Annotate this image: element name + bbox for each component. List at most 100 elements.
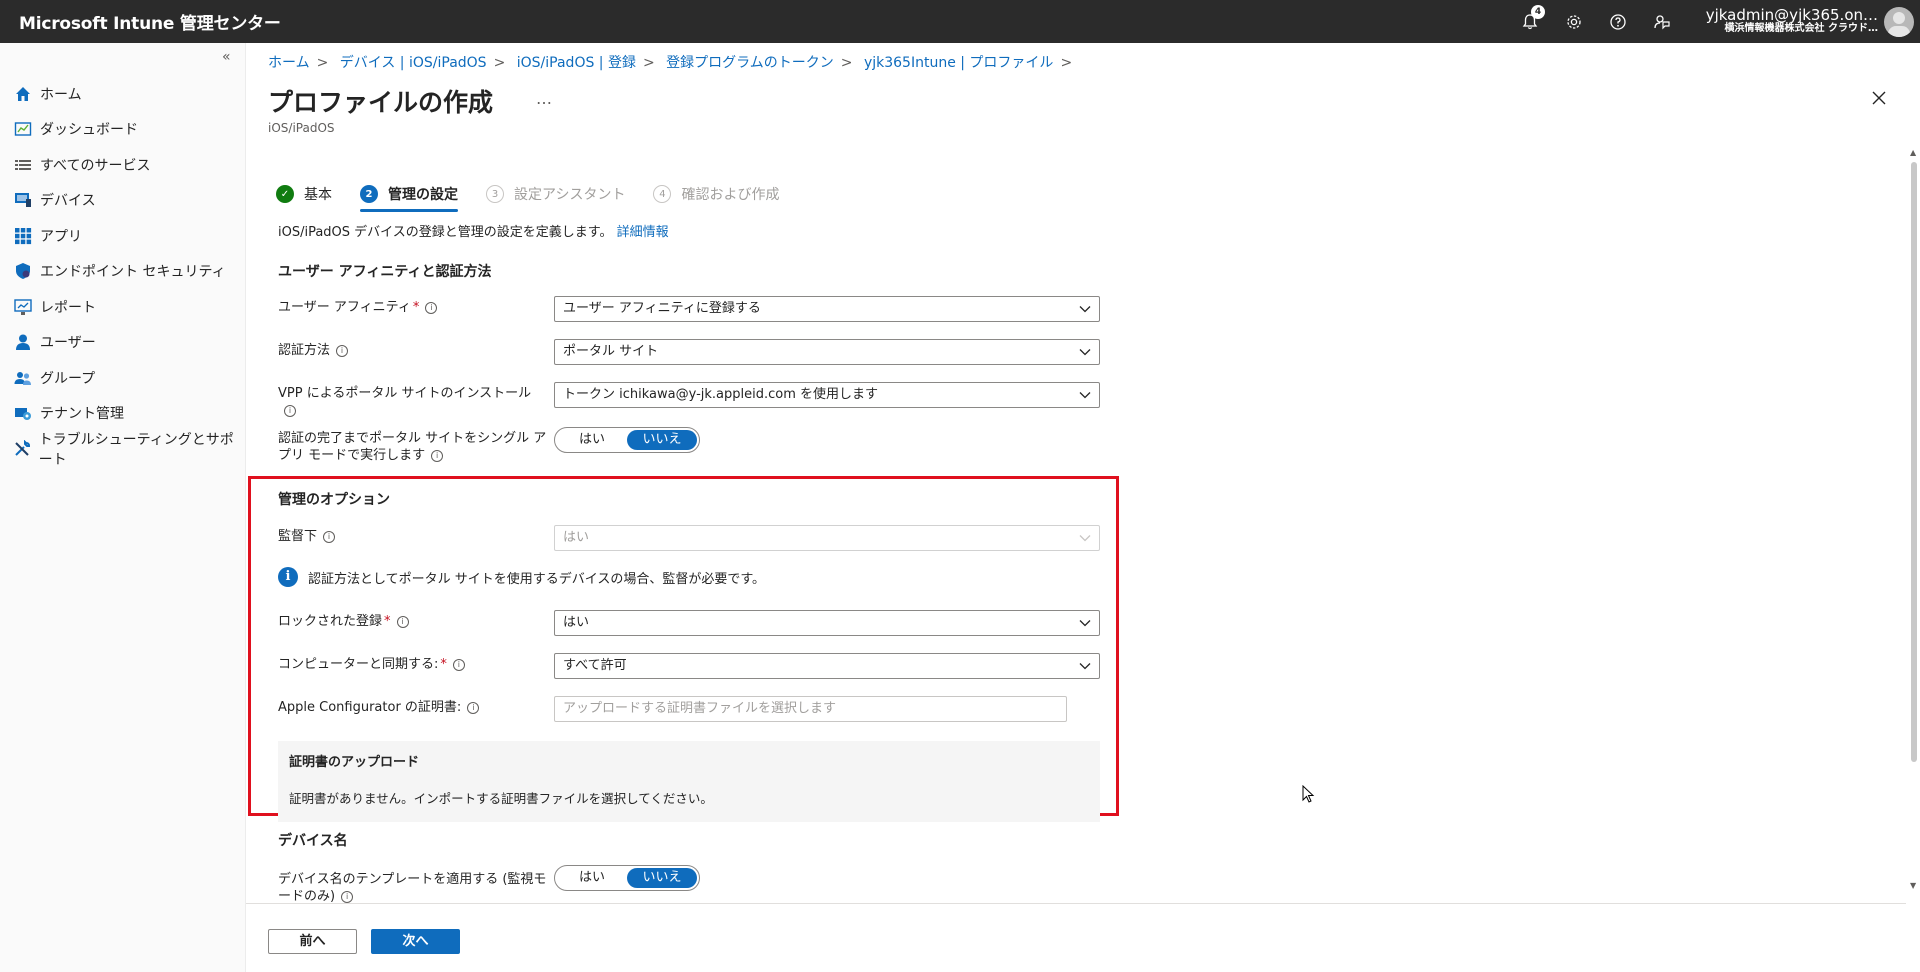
info-icon[interactable]: i: [425, 301, 438, 314]
toggle-yes[interactable]: はい: [557, 868, 627, 888]
dropdown-value: すべて許可: [563, 658, 627, 673]
auth-method-dropdown[interactable]: ポータル サイト: [554, 339, 1100, 365]
step-number: 4: [653, 185, 672, 203]
info-icon[interactable]: i: [341, 890, 354, 903]
locked-enrollment-dropdown[interactable]: はい: [554, 610, 1100, 636]
required-marker: *: [440, 657, 447, 672]
info-icon[interactable]: i: [452, 658, 465, 671]
user-affinity-label: ユーザー アフィニティ * i: [278, 299, 548, 316]
sidebar-item-label: レポート: [40, 299, 96, 316]
sidebar-item-groups[interactable]: グループ: [0, 360, 246, 396]
next-button[interactable]: 次へ: [371, 929, 460, 954]
step-number: 2: [360, 185, 378, 203]
toggle-no[interactable]: いいえ: [627, 430, 697, 450]
breadcrumb-item-enrollment-tokens[interactable]: 登録プログラムのトークン: [666, 55, 834, 71]
sidebar-item-apps[interactable]: アプリ: [0, 218, 246, 254]
feedback-button[interactable]: [1640, 0, 1684, 43]
cert-upload-title: 証明書のアップロード: [289, 755, 420, 770]
description-text: iOS/iPadOS デバイスの登録と管理の設定を定義します。: [278, 225, 613, 240]
step-label: 確認および作成: [681, 187, 780, 203]
chevron-down-icon: [1079, 535, 1091, 542]
breadcrumb: ホーム > デバイス | iOS/iPadOS > iOS/iPadOS | 登録 >…: [268, 52, 1079, 72]
locked-enrollment-label: ロックされた登録 * i: [278, 613, 548, 630]
previous-button[interactable]: 前へ: [268, 929, 357, 954]
vertical-scrollbar[interactable]: ▲ ▼: [1910, 148, 1918, 891]
sidebar-item-home[interactable]: ホーム: [0, 76, 246, 112]
breadcrumb-item-ios-enrollment[interactable]: iOS/iPadOS | 登録: [517, 55, 636, 71]
supervised-dropdown: はい: [554, 525, 1100, 551]
breadcrumb-item-profiles[interactable]: yjk365Intune | プロファイル: [864, 55, 1053, 71]
dropdown-value: はい: [563, 530, 590, 545]
breadcrumb-item-home[interactable]: ホーム: [268, 55, 310, 71]
sidebar-item-troubleshooting[interactable]: トラブルシューティングとサポート: [0, 431, 246, 468]
sidebar-item-endpoint-security[interactable]: エンドポイント セキュリティ: [0, 254, 246, 290]
step-management-settings[interactable]: 2 管理の設定: [360, 178, 458, 212]
field-label: Apple Configurator の証明書:: [278, 700, 462, 715]
info-icon[interactable]: i: [336, 344, 349, 357]
step-basics[interactable]: ✓ 基本: [276, 178, 332, 210]
collapse-sidebar-button[interactable]: «: [222, 49, 231, 65]
scroll-down-arrow-icon[interactable]: ▼: [1910, 881, 1916, 890]
toggle-no[interactable]: いいえ: [627, 868, 697, 888]
info-icon[interactable]: i: [431, 449, 444, 462]
chevron-down-icon: [1079, 392, 1091, 399]
dropdown-value: ユーザー アフィニティに登録する: [563, 301, 761, 316]
checkmark-icon: ✓: [276, 185, 294, 203]
sidebar-item-label: ダッシュボード: [40, 122, 138, 139]
field-label: ロックされた登録: [278, 614, 383, 629]
notifications-button[interactable]: 4: [1508, 0, 1552, 43]
vpp-dropdown[interactable]: トークン ichikawa@y-jk.appleid.com を使用します: [554, 382, 1100, 408]
user-organization: 横浜情報機器株式会社 クラウド…: [1724, 22, 1878, 34]
sidebar-item-dashboard[interactable]: ダッシュボード: [0, 112, 246, 148]
supervised-label: 監督下 i: [278, 528, 548, 545]
field-label: ユーザー アフィニティ: [278, 300, 411, 315]
sync-computer-dropdown[interactable]: すべて許可: [554, 653, 1100, 679]
chevron-down-icon: [1079, 306, 1091, 313]
settings-button[interactable]: [1552, 0, 1596, 43]
configurator-cert-input[interactable]: アップロードする証明書ファイルを選択します: [554, 696, 1067, 722]
section-heading-affinity: ユーザー アフィニティと認証方法: [278, 264, 492, 280]
step-label: 基本: [304, 187, 332, 203]
app-title[interactable]: Microsoft Intune 管理センター: [0, 9, 281, 34]
close-button[interactable]: [1872, 91, 1886, 109]
feedback-icon: [1654, 14, 1670, 29]
close-icon: [1872, 91, 1886, 105]
sidebar-item-devices[interactable]: デバイス: [0, 183, 246, 219]
help-button[interactable]: [1596, 0, 1640, 43]
tenant-admin-icon: [13, 403, 33, 423]
sidebar-item-label: グループ: [40, 370, 96, 387]
avatar[interactable]: [1884, 6, 1914, 37]
sidebar-item-label: デバイス: [40, 193, 96, 210]
group-icon: [13, 368, 33, 388]
sidebar-item-reports[interactable]: レポート: [0, 289, 246, 325]
sidebar-item-label: トラブルシューティングとサポート: [38, 431, 234, 468]
user-affinity-dropdown[interactable]: ユーザー アフィニティに登録する: [554, 296, 1100, 322]
more-options-button[interactable]: …: [536, 89, 552, 108]
info-icon[interactable]: i: [467, 701, 480, 714]
dropdown-value: トークン ichikawa@y-jk.appleid.com を使用します: [563, 387, 879, 402]
scrollbar-thumb[interactable]: [1911, 162, 1917, 762]
dropdown-value: ポータル サイト: [563, 344, 659, 359]
sidebar-item-users[interactable]: ユーザー: [0, 325, 246, 361]
sidebar-item-tenant-admin[interactable]: テナント管理: [0, 396, 246, 432]
list-icon: [13, 155, 33, 175]
info-icon[interactable]: i: [323, 530, 336, 543]
sidebar-item-label: エンドポイント セキュリティ: [40, 264, 226, 281]
sidebar-item-all-services[interactable]: すべてのサービス: [0, 147, 246, 183]
info-icon[interactable]: i: [396, 615, 409, 628]
page-title: プロファイルの作成: [268, 88, 494, 117]
scroll-up-arrow-icon[interactable]: ▲: [1910, 148, 1916, 157]
device-name-template-toggle[interactable]: はい いいえ: [554, 865, 700, 891]
breadcrumb-item-devices-ios[interactable]: デバイス | iOS/iPadOS: [340, 55, 487, 71]
step-setup-assistant[interactable]: 3 設定アシスタント: [486, 178, 625, 210]
vpp-label: VPP によるポータル サイトのインストール i: [278, 385, 548, 419]
info-icon[interactable]: i: [284, 404, 296, 417]
account-info[interactable]: yjkadmin@yjk365.on… 横浜情報機器株式会社 クラウド…: [1692, 8, 1878, 36]
learn-more-link[interactable]: 詳細情報: [617, 225, 669, 240]
single-app-mode-toggle[interactable]: はい いいえ: [554, 427, 700, 453]
sidebar-item-label: ユーザー: [40, 335, 96, 352]
step-review-create[interactable]: 4 確認および作成: [653, 178, 779, 210]
step-number: 3: [486, 185, 504, 203]
field-label: デバイス名のテンプレートを適用する (監視モードのみ): [278, 872, 547, 904]
toggle-yes[interactable]: はい: [557, 430, 627, 450]
